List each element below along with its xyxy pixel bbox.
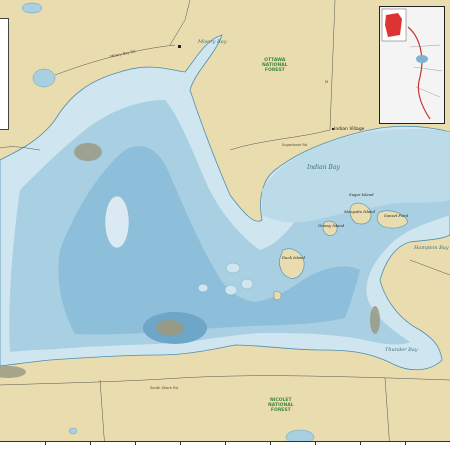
boat-launch-icon xyxy=(178,45,181,48)
label-grassy-island: Grassy Island xyxy=(318,223,345,228)
reef-2 xyxy=(240,278,254,290)
label-thunder-bay: Thunder Bay xyxy=(385,347,418,353)
small-island xyxy=(273,291,282,301)
inland-lake-west xyxy=(32,68,56,88)
label-hwy-m: M xyxy=(325,80,329,84)
label-duck-island: Duck Island xyxy=(282,255,305,260)
shoal-east xyxy=(370,306,380,334)
ruler-tick xyxy=(45,442,46,445)
label-hampton-bay: Hampton Bay xyxy=(414,245,449,251)
inland-pond xyxy=(68,427,78,435)
label-misery-bay: Misery Bay xyxy=(198,39,227,45)
map-legend xyxy=(0,18,9,130)
reef-4 xyxy=(197,283,209,293)
shoal-north xyxy=(74,143,102,161)
ruler-tick xyxy=(405,442,406,445)
ruler-tick xyxy=(90,442,91,445)
reef-1 xyxy=(225,262,241,274)
lake-map: Misery Bay Indian Bay Thunder Bay Hampto… xyxy=(0,0,450,450)
ruler-tick xyxy=(135,442,136,445)
shoal-south xyxy=(156,320,184,336)
label-south-shore-rd: South Shore Rd xyxy=(150,386,178,390)
ruler-tick xyxy=(180,442,181,445)
sand-bar-west xyxy=(104,195,130,249)
label-sugarbush-rd: Sugarbush Rd xyxy=(282,143,308,147)
ruler-tick xyxy=(270,442,271,445)
inset-svg xyxy=(380,7,444,123)
grid-ruler xyxy=(0,441,450,450)
label-indian-village: Indian Village xyxy=(334,127,365,132)
reef-3 xyxy=(224,284,238,296)
label-sugar-island: Sugar Island xyxy=(349,192,374,197)
state-outline xyxy=(385,13,402,37)
locator-inset-map xyxy=(379,6,445,124)
label-sunset-point: Sunset Point xyxy=(384,213,409,218)
label-nicolet-forest: NICOLET NATIONAL FOREST xyxy=(268,398,294,414)
label-ottawa-forest: OTTAWA NATIONAL FOREST xyxy=(262,58,288,74)
ruler-tick xyxy=(360,442,361,445)
label-mosquito-island: Mosquito Island xyxy=(344,209,376,214)
ruler-tick xyxy=(225,442,226,445)
inset-lake xyxy=(416,55,428,63)
label-indian-bay: Indian Bay xyxy=(307,164,340,171)
inland-lake-nw xyxy=(21,2,43,14)
ruler-tick xyxy=(315,442,316,445)
